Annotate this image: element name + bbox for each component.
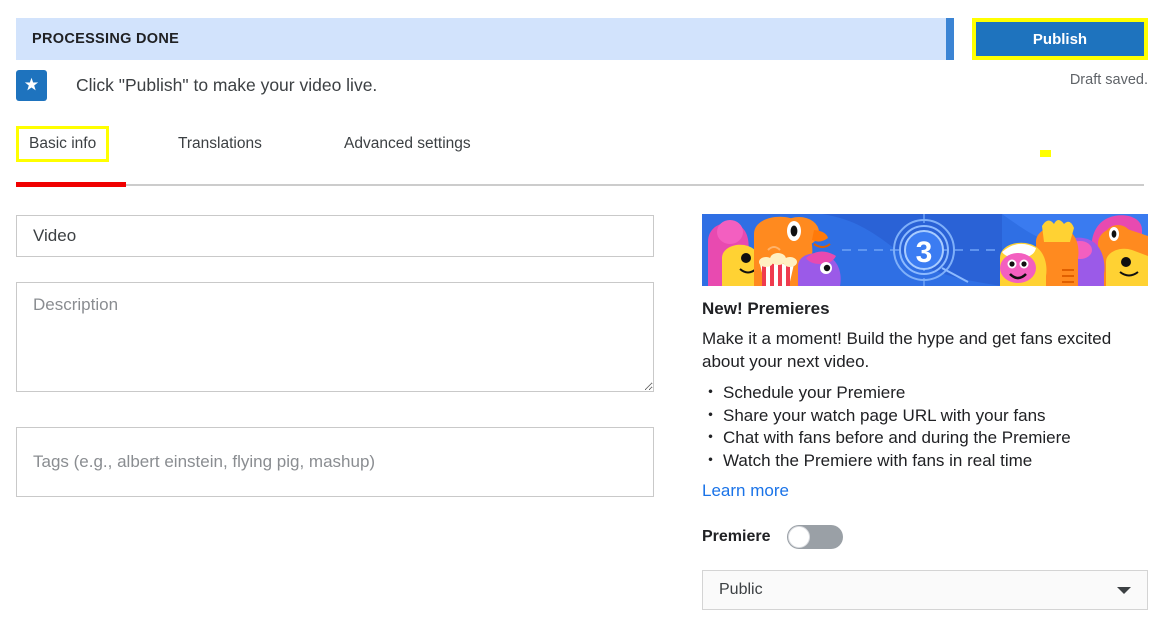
tab-bar-highlight-mark <box>1040 150 1051 157</box>
video-title-input[interactable] <box>16 215 654 257</box>
tab-basic-info[interactable]: Basic info <box>16 126 109 162</box>
list-item-label: Chat with fans before and during the Pre… <box>723 428 1071 447</box>
list-item-label: Schedule your Premiere <box>723 383 905 402</box>
list-item: ・Watch the Premiere with fans in real ti… <box>702 450 1148 472</box>
bullet-glyph: ・ <box>702 406 719 425</box>
premieres-banner-image: 3 <box>702 214 1148 286</box>
list-item: ・Share your watch page URL with your fan… <box>702 405 1148 427</box>
list-item: ・Schedule your Premiere <box>702 382 1148 404</box>
tab-translations[interactable]: Translations <box>168 126 272 162</box>
active-tab-underline <box>16 182 126 187</box>
privacy-select[interactable]: Public <box>702 570 1148 610</box>
list-item-label: Share your watch page URL with your fans <box>723 406 1046 425</box>
bullet-glyph: ・ <box>702 428 719 447</box>
publish-button[interactable]: Publish <box>976 22 1144 56</box>
star-badge-icon <box>16 70 47 101</box>
basic-info-form <box>16 215 654 497</box>
processing-status-banner: PROCESSING DONE <box>16 18 946 60</box>
premieres-promo-panel: 3 <box>702 214 1148 610</box>
premiere-toggle[interactable] <box>787 525 843 549</box>
bullet-glyph: ・ <box>702 451 719 470</box>
draft-saved-status: Draft saved. <box>1070 72 1148 88</box>
list-item: ・Chat with fans before and during the Pr… <box>702 427 1148 449</box>
premiere-toggle-knob <box>788 526 810 548</box>
chevron-down-icon <box>1117 587 1131 594</box>
premiere-toggle-label: Premiere <box>702 528 771 546</box>
publish-hint-text: Click "Publish" to make your video live. <box>76 75 377 96</box>
video-description-input[interactable] <box>16 282 654 392</box>
publish-button-highlight: Publish <box>972 18 1148 60</box>
bullet-glyph: ・ <box>702 383 719 402</box>
learn-more-link[interactable]: Learn more <box>702 481 789 501</box>
tab-bar: Basic info Translations Advanced setting… <box>0 126 1160 188</box>
processing-status-progress-cap <box>946 18 954 60</box>
publish-hint-row: Click "Publish" to make your video live. <box>16 70 377 101</box>
processing-status-label: PROCESSING DONE <box>16 31 179 47</box>
privacy-select-value: Public <box>703 581 763 599</box>
premiere-toggle-row: Premiere <box>702 525 1148 549</box>
svg-text:3: 3 <box>916 236 933 269</box>
list-item-label: Watch the Premiere with fans in real tim… <box>723 451 1032 470</box>
video-tags-input[interactable] <box>16 427 654 497</box>
tab-bar-divider <box>126 184 1144 186</box>
premieres-feature-list: ・Schedule your Premiere ・Share your watc… <box>702 382 1148 472</box>
premieres-promo-title: New! Premieres <box>702 299 1148 319</box>
tab-advanced-settings[interactable]: Advanced settings <box>334 126 481 162</box>
premieres-promo-description: Make it a moment! Build the hype and get… <box>702 328 1148 373</box>
